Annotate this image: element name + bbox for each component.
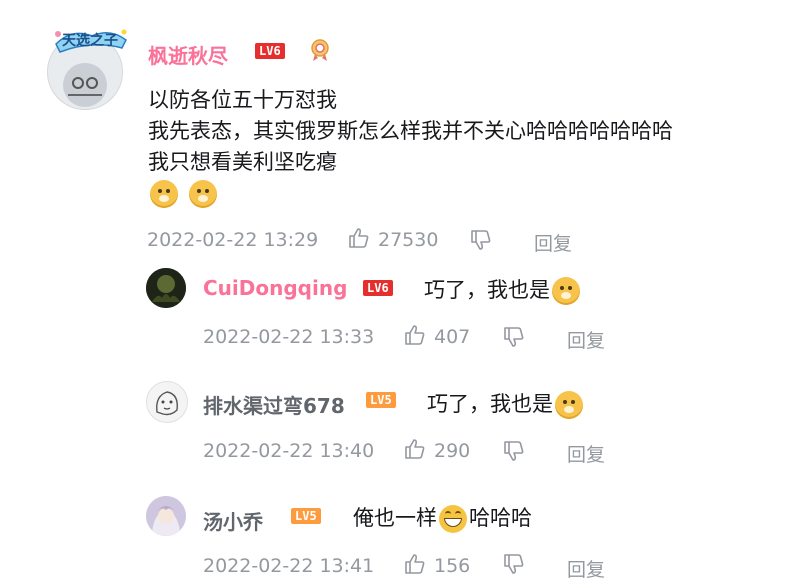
reply-content: 俺也一样 哈哈哈 (353, 502, 532, 533)
thumb-down-icon (504, 554, 524, 574)
like-count: 407 (434, 326, 471, 348)
thumb-up-icon (405, 325, 425, 345)
reply-time: 2022-02-22 13:33 (203, 326, 375, 348)
grin-emoji (439, 505, 467, 533)
like-count: 290 (434, 440, 471, 462)
reply-time: 2022-02-22 13:40 (203, 440, 375, 462)
reply-button[interactable]: 回复 (567, 440, 605, 467)
level-badge: LV5 (291, 508, 321, 524)
reply-button[interactable]: 回复 (567, 326, 605, 353)
emoji-row (150, 180, 218, 208)
thumb-down-icon (471, 230, 491, 250)
avatar[interactable] (146, 496, 186, 536)
thumb-up-icon (405, 439, 425, 459)
level-badge: LV6 (363, 280, 393, 296)
comment-time: 2022-02-22 13:29 (147, 229, 319, 251)
reply-username[interactable]: 汤小乔 (203, 506, 263, 535)
doge-emoji (150, 180, 178, 208)
medal-icon[interactable] (309, 38, 331, 62)
reply-text: 俺也一样 (353, 506, 437, 530)
reply-username[interactable]: 排水渠过弯678 (203, 390, 345, 419)
level-badge: LV5 (366, 392, 396, 408)
avatar[interactable] (146, 268, 186, 308)
comment-text-line: 我只想看美利坚吃瘪 (148, 150, 337, 174)
reply-button[interactable]: 回复 (534, 229, 572, 256)
reply-text: 巧了，我也是 (424, 278, 550, 302)
like-button[interactable] (347, 226, 371, 250)
dislike-button[interactable] (502, 325, 526, 349)
reply-time: 2022-02-22 13:41 (203, 555, 375, 577)
avatar-badge-text: 天选之子 (62, 33, 118, 49)
comment-text-line: 以防各位五十万怼我 (148, 88, 337, 112)
dislike-button[interactable] (469, 228, 493, 252)
reply-content: 巧了，我也是 (427, 388, 583, 419)
doge-emoji (555, 391, 583, 419)
doge-emoji (189, 180, 218, 208)
comment-username[interactable]: 枫逝秋尽 (148, 40, 228, 69)
like-button[interactable] (403, 437, 427, 461)
reply-text: 哈哈哈 (469, 506, 532, 530)
reply-content: 巧了，我也是 (424, 274, 580, 305)
dislike-button[interactable] (502, 439, 526, 463)
like-button[interactable] (403, 323, 427, 347)
reply-text: 巧了，我也是 (427, 392, 553, 416)
thumb-up-icon (405, 554, 425, 574)
avatar[interactable] (146, 381, 188, 423)
thumb-down-icon (504, 327, 524, 347)
thumb-up-icon (349, 228, 369, 248)
comment-text-line: 我先表态，其实俄罗斯怎么样我并不关心哈哈哈哈哈哈哈 (148, 119, 673, 143)
reply-button[interactable]: 回复 (567, 555, 605, 582)
like-count: 156 (434, 555, 471, 577)
like-button[interactable] (403, 552, 427, 576)
level-badge: LV6 (255, 43, 285, 59)
like-count: 27530 (378, 229, 439, 251)
reply-username[interactable]: CuiDongqing (203, 276, 347, 300)
doge-emoji (552, 277, 580, 305)
dislike-button[interactable] (502, 552, 526, 576)
thumb-down-icon (504, 441, 524, 461)
